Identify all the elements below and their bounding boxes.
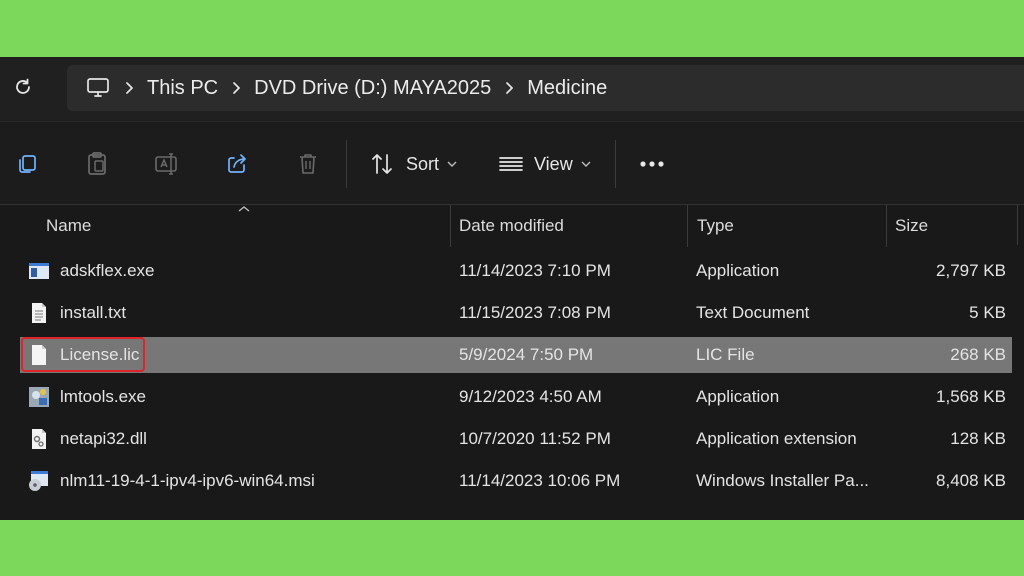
breadcrumb-medicine[interactable]: Medicine [527, 77, 607, 100]
trash-icon [300, 154, 316, 174]
column-header-type[interactable]: Type [697, 205, 734, 247]
column-header-date[interactable]: Date modified [459, 205, 564, 247]
sort-button[interactable]: Sort [370, 148, 457, 180]
sort-icon [372, 154, 392, 174]
breadcrumb-this-pc[interactable]: This PC [147, 77, 218, 100]
file-size: 5 KB [969, 303, 1006, 322]
file-size: 268 KB [950, 345, 1006, 364]
copy-icon [19, 155, 36, 173]
file-size: 8,408 KB [936, 471, 1006, 490]
sort-ascending-icon [238, 206, 250, 212]
installer-disc-icon [28, 470, 50, 492]
table-row[interactable]: install.txt 11/15/2023 7:08 PM Text Docu… [20, 295, 1012, 331]
chevron-right-icon[interactable] [218, 81, 254, 95]
file-name: netapi32.dll [60, 429, 147, 448]
address-bar: This PC DVD Drive (D:) MAYA2025 Medicine [0, 57, 1024, 121]
breadcrumb-dvd-drive[interactable]: DVD Drive (D:) MAYA2025 [254, 77, 491, 100]
column-header-name[interactable]: Name [46, 205, 91, 247]
file-name: nlm11-19-4-1-ipv4-ipv6-win64.msi [60, 471, 315, 490]
chevron-down-icon [581, 161, 591, 167]
toolbar-divider [346, 140, 347, 188]
file-date: 9/12/2023 4:50 AM [459, 387, 602, 406]
file-name: lmtools.exe [60, 387, 146, 406]
file-date: 11/14/2023 10:06 PM [459, 471, 621, 490]
more-dots-icon [640, 161, 664, 167]
table-row[interactable]: nlm11-19-4-1-ipv4-ipv6-win64.msi 11/14/2… [20, 463, 1012, 499]
breadcrumb: This PC DVD Drive (D:) MAYA2025 Medicine [67, 65, 1024, 111]
lmtools-app-icon [28, 386, 50, 408]
more-options-button[interactable] [638, 148, 666, 180]
file-type: Windows Installer Pa... [696, 471, 869, 490]
rename-icon [155, 153, 177, 175]
refresh-button[interactable] [9, 73, 37, 101]
copy-button[interactable] [12, 148, 42, 180]
refresh-icon [16, 78, 30, 94]
column-resize-handle[interactable] [450, 205, 451, 247]
chevron-right-icon[interactable] [111, 81, 147, 95]
column-resize-handle[interactable] [1017, 205, 1018, 245]
share-button[interactable] [222, 148, 252, 180]
file-size: 1,568 KB [936, 387, 1006, 406]
file-type: LIC File [696, 345, 755, 364]
clipboard-icon [88, 152, 106, 175]
file-name: License.lic [60, 345, 140, 364]
view-button[interactable]: View [498, 148, 591, 180]
text-document-icon [28, 302, 50, 324]
command-bar: Sort View [0, 121, 1024, 205]
file-size: 2,797 KB [936, 261, 1006, 280]
file-type: Application extension [696, 429, 857, 448]
rename-button[interactable] [152, 148, 182, 180]
application-window-icon [28, 260, 50, 282]
file-type: Application [696, 261, 780, 280]
monitor-icon[interactable] [85, 75, 111, 101]
file-date: 11/15/2023 7:08 PM [459, 303, 611, 322]
column-header-size[interactable]: Size [895, 205, 928, 247]
file-explorer-window: This PC DVD Drive (D:) MAYA2025 Medicine [0, 57, 1024, 520]
file-size: 128 KB [950, 429, 1006, 448]
file-date: 5/9/2024 7:50 PM [459, 345, 594, 364]
chevron-down-icon [447, 161, 457, 167]
table-row[interactable]: lmtools.exe 9/12/2023 4:50 AM Applicatio… [20, 379, 1012, 415]
table-row[interactable]: netapi32.dll 10/7/2020 11:52 PM Applicat… [20, 421, 1012, 457]
share-icon [228, 154, 246, 173]
dll-gear-file-icon [28, 428, 50, 450]
file-name: adskflex.exe [60, 261, 155, 280]
file-name: install.txt [60, 303, 127, 322]
column-header-row: Name Date modified Type Size [0, 205, 1024, 247]
table-row-selected[interactable]: License.lic 5/9/2024 7:50 PM LIC File 26… [20, 337, 1012, 373]
delete-button[interactable] [293, 148, 323, 180]
blank-file-icon [28, 344, 50, 366]
view-label: View [534, 153, 573, 174]
column-resize-handle[interactable] [886, 205, 887, 247]
file-date: 10/7/2020 11:52 PM [459, 429, 611, 448]
column-resize-handle[interactable] [687, 205, 688, 247]
file-date: 11/14/2023 7:10 PM [459, 261, 611, 280]
paste-button[interactable] [82, 148, 112, 180]
table-row[interactable]: adskflex.exe 11/14/2023 7:10 PM Applicat… [20, 253, 1012, 289]
file-type: Text Document [696, 303, 810, 322]
chevron-right-icon[interactable] [491, 81, 527, 95]
sort-label: Sort [406, 153, 440, 174]
list-view-icon [499, 157, 523, 171]
file-type: Application [696, 387, 780, 406]
toolbar-divider [615, 140, 616, 188]
